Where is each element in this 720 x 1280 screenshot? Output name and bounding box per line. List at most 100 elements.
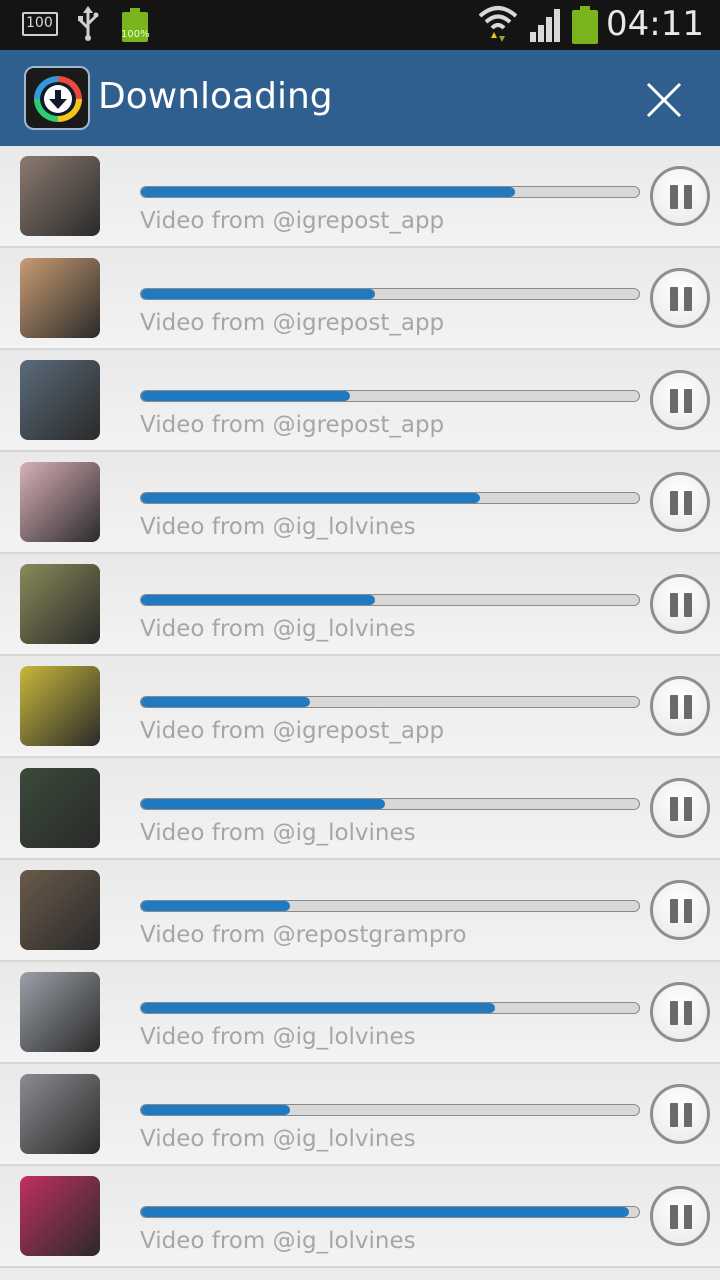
pause-icon	[670, 1103, 678, 1127]
download-progress-fill	[141, 595, 376, 605]
pause-icon	[670, 797, 678, 821]
download-row[interactable]: Video from @ig_lolvines	[0, 1166, 720, 1268]
pause-icon	[670, 899, 678, 923]
download-row[interactable]: Video from @ig_lolvines	[0, 554, 720, 656]
video-thumbnail	[20, 768, 100, 848]
pause-button[interactable]	[650, 166, 710, 226]
pause-button[interactable]	[650, 574, 710, 634]
battery-icon	[572, 6, 598, 44]
pause-icon	[684, 695, 692, 719]
download-app-icon	[24, 66, 90, 130]
pause-icon	[684, 1103, 692, 1127]
download-progress-bar	[140, 1104, 640, 1116]
download-progress-fill	[141, 697, 311, 707]
download-source-label: Video from @ig_lolvines	[140, 1228, 416, 1254]
pause-icon	[670, 389, 678, 413]
close-icon[interactable]	[636, 72, 692, 128]
download-progress-fill	[141, 799, 386, 809]
pause-icon	[670, 491, 678, 515]
download-row[interactable]: Video from @ig_lolvines	[0, 452, 720, 554]
download-progress-bar	[140, 288, 640, 300]
download-progress-bar	[140, 798, 640, 810]
video-thumbnail	[20, 666, 100, 746]
download-progress-fill	[141, 1105, 291, 1115]
download-progress-bar	[140, 696, 640, 708]
pause-icon	[684, 797, 692, 821]
download-source-label: Video from @igrepost_app	[140, 412, 445, 438]
download-row[interactable]: Video from @igrepost_app	[0, 350, 720, 452]
pause-icon	[684, 491, 692, 515]
usb-icon	[78, 6, 99, 41]
status-bar: 100 100% 04:11	[0, 0, 720, 50]
pause-button[interactable]	[650, 778, 710, 838]
download-progress-bar	[140, 594, 640, 606]
pause-icon	[684, 287, 692, 311]
notification-count: 100	[26, 15, 53, 31]
download-progress-bar	[140, 186, 640, 198]
video-thumbnail	[20, 972, 100, 1052]
signal-icon	[530, 9, 560, 42]
pause-icon	[684, 593, 692, 617]
pause-button[interactable]	[650, 472, 710, 532]
download-progress-fill	[141, 187, 515, 197]
pause-icon	[670, 593, 678, 617]
video-thumbnail	[20, 156, 100, 236]
download-source-label: Video from @igrepost_app	[140, 718, 445, 744]
download-source-label: Video from @igrepost_app	[140, 310, 445, 336]
pause-icon	[684, 899, 692, 923]
video-thumbnail	[20, 564, 100, 644]
download-source-label: Video from @ig_lolvines	[140, 820, 416, 846]
download-progress-bar	[140, 390, 640, 402]
video-thumbnail	[20, 1074, 100, 1154]
download-row[interactable]: Video from @ig_lolvines	[0, 1064, 720, 1166]
pause-icon	[670, 1001, 678, 1025]
pause-button[interactable]	[650, 370, 710, 430]
download-source-label: Video from @ig_lolvines	[140, 1126, 416, 1152]
video-thumbnail	[20, 258, 100, 338]
video-thumbnail	[20, 870, 100, 950]
download-row[interactable]: Video from @ig_lolvines	[0, 962, 720, 1064]
wifi-icon	[478, 6, 518, 42]
pause-button[interactable]	[650, 676, 710, 736]
download-source-label: Video from @repostgrampro	[140, 922, 467, 948]
download-row[interactable]: Video from @igrepost_app	[0, 248, 720, 350]
download-row[interactable]: Video from @ig_lolvines	[0, 758, 720, 860]
download-progress-fill	[141, 391, 351, 401]
clock: 04:11	[606, 4, 704, 44]
pause-icon	[670, 185, 678, 209]
download-progress-fill	[141, 1003, 495, 1013]
download-progress-bar	[140, 1206, 640, 1218]
pause-button[interactable]	[650, 880, 710, 940]
pause-icon	[670, 695, 678, 719]
download-source-label: Video from @ig_lolvines	[140, 514, 416, 540]
pause-button[interactable]	[650, 1186, 710, 1246]
download-row[interactable]: Video from @igrepost_app	[0, 656, 720, 758]
download-row[interactable]: Video from @repostgrampro	[0, 860, 720, 962]
pause-icon	[684, 185, 692, 209]
download-progress-fill	[141, 1207, 630, 1217]
pause-icon	[670, 1205, 678, 1229]
battery-percent: 100%	[121, 29, 150, 40]
pause-icon	[684, 1205, 692, 1229]
download-list: Video from @igrepost_app Video from @igre…	[0, 146, 720, 1268]
download-progress-bar	[140, 1002, 640, 1014]
download-progress-fill	[141, 901, 291, 911]
download-progress-fill	[141, 493, 480, 503]
pause-icon	[684, 389, 692, 413]
download-source-label: Video from @igrepost_app	[140, 208, 445, 234]
pause-icon	[684, 1001, 692, 1025]
pause-button[interactable]	[650, 1084, 710, 1144]
page-title: Downloading	[98, 76, 333, 117]
video-thumbnail	[20, 360, 100, 440]
video-thumbnail	[20, 1176, 100, 1256]
download-source-label: Video from @ig_lolvines	[140, 616, 416, 642]
download-progress-bar	[140, 492, 640, 504]
download-progress-fill	[141, 289, 376, 299]
notification-100-icon: 100	[22, 12, 58, 36]
header-bar: Downloading	[0, 50, 720, 146]
download-row[interactable]: Video from @igrepost_app	[0, 146, 720, 248]
download-source-label: Video from @ig_lolvines	[140, 1024, 416, 1050]
pause-button[interactable]	[650, 268, 710, 328]
pause-button[interactable]	[650, 982, 710, 1042]
pause-icon	[670, 287, 678, 311]
